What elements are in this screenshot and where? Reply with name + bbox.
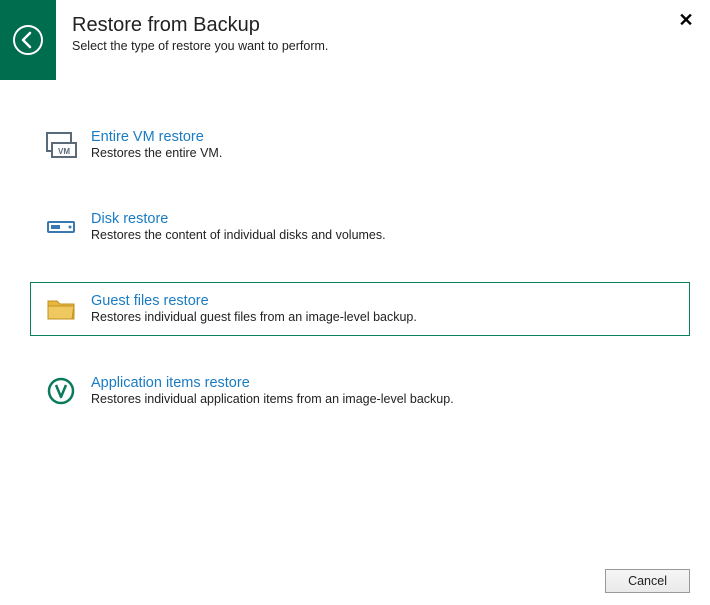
back-arrow-icon (12, 24, 44, 56)
option-title: Application items restore (91, 375, 675, 391)
disk-icon (45, 211, 77, 243)
option-content: Entire VM restore Restores the entire VM… (91, 129, 675, 160)
option-content: Guest files restore Restores individual … (91, 293, 675, 324)
option-title: Guest files restore (91, 293, 675, 309)
option-guest-files-restore[interactable]: Guest files restore Restores individual … (30, 282, 690, 336)
vm-icon: VM (45, 129, 77, 161)
svg-text:VM: VM (58, 147, 70, 156)
wizard-footer: Cancel (605, 569, 690, 593)
cancel-button[interactable]: Cancel (605, 569, 690, 593)
option-content: Application items restore Restores indiv… (91, 375, 675, 406)
restore-options-list: VM Entire VM restore Restores the entire… (0, 80, 710, 418)
option-content: Disk restore Restores the content of ind… (91, 211, 675, 242)
folder-icon (45, 293, 77, 325)
header-text-block: Restore from Backup Select the type of r… (56, 0, 710, 53)
option-description: Restores the content of individual disks… (91, 228, 675, 242)
option-title: Entire VM restore (91, 129, 675, 145)
page-subtitle: Select the type of restore you want to p… (72, 39, 710, 53)
option-title: Disk restore (91, 211, 675, 227)
back-button[interactable] (0, 0, 56, 80)
option-entire-vm-restore[interactable]: VM Entire VM restore Restores the entire… (30, 118, 690, 172)
option-application-items-restore[interactable]: Application items restore Restores indiv… (30, 364, 690, 418)
wizard-header: Restore from Backup Select the type of r… (0, 0, 710, 80)
close-button[interactable]: ✕ (676, 10, 696, 30)
option-description: Restores individual application items fr… (91, 392, 675, 406)
option-description: Restores the entire VM. (91, 146, 675, 160)
page-title: Restore from Backup (72, 14, 710, 37)
option-disk-restore[interactable]: Disk restore Restores the content of ind… (30, 200, 690, 254)
close-icon: ✕ (678, 10, 693, 31)
application-icon (45, 375, 77, 407)
option-description: Restores individual guest files from an … (91, 310, 675, 324)
